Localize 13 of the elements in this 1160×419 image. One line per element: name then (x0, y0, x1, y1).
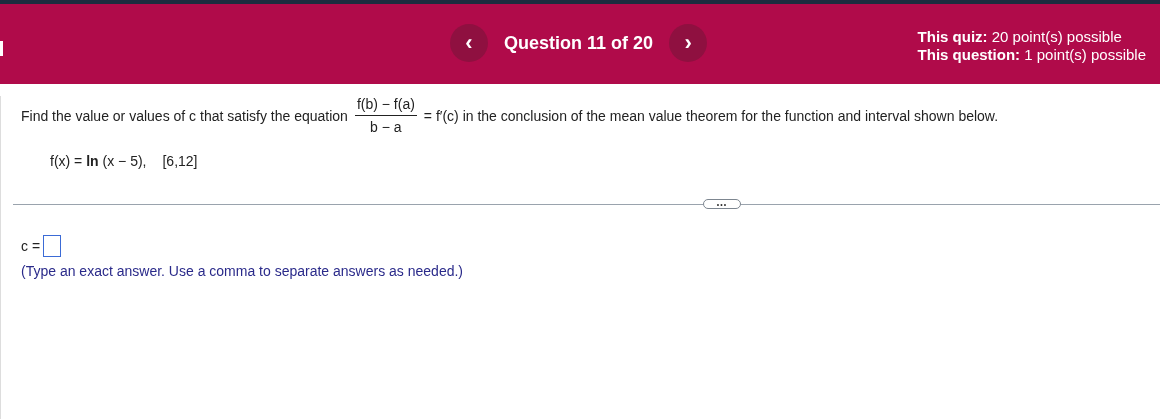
answer-hint: (Type an exact answer. Use a comma to separate answers as needed.) (21, 263, 464, 279)
points-text: This question: 1 point(s) possible (917, 46, 1146, 64)
function-text: f(x) = ln (x − 5), (50, 153, 147, 169)
question-title: Question 11 of 20 (504, 32, 654, 54)
answer-label: c = (21, 238, 41, 254)
answer-field[interactable] (43, 235, 62, 257)
next-button[interactable]: › (669, 24, 708, 62)
previous-button[interactable]: ‹ (450, 24, 488, 62)
points-text: This quiz: 20 point(s) possible (917, 28, 1123, 46)
interval-text: [6,12] (162, 153, 198, 169)
question-text: = f′(c) in the conclusion of the mean value theorem for the function and interval shown below. (423, 107, 999, 124)
fraction: f(b) − f(a) b − a (354, 96, 417, 135)
question-text: Find the value or values of c that satisfy the equation (21, 107, 348, 124)
